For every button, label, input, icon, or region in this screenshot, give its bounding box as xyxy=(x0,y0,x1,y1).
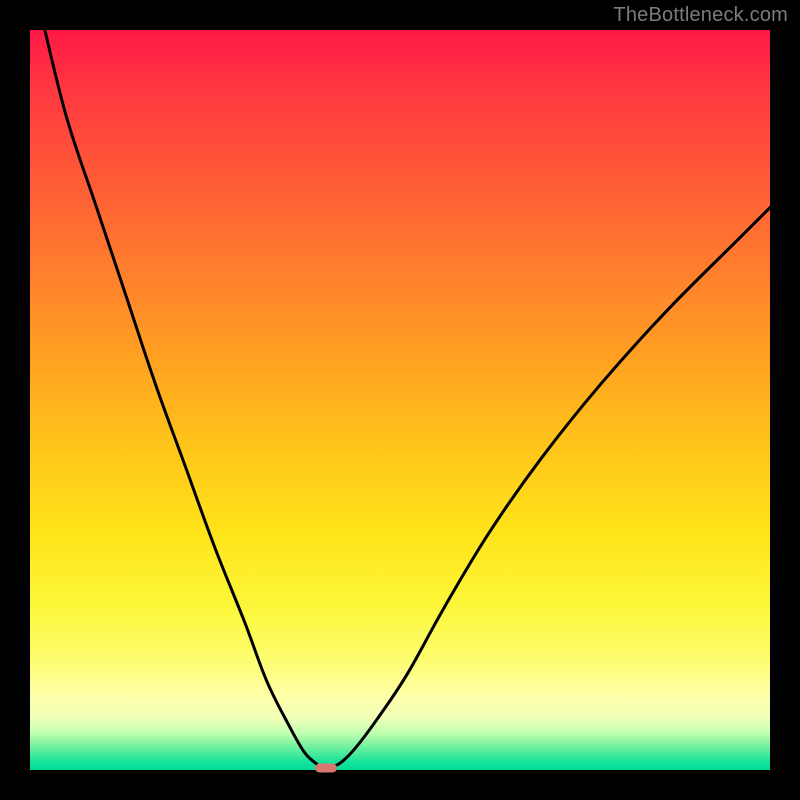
plot-area xyxy=(30,30,770,770)
optimal-marker xyxy=(315,763,337,772)
curve-right xyxy=(330,208,770,768)
curve-left xyxy=(45,30,323,768)
watermark-text: TheBottleneck.com xyxy=(613,4,788,27)
curve-layer xyxy=(30,30,770,770)
chart-frame: TheBottleneck.com xyxy=(0,0,800,800)
